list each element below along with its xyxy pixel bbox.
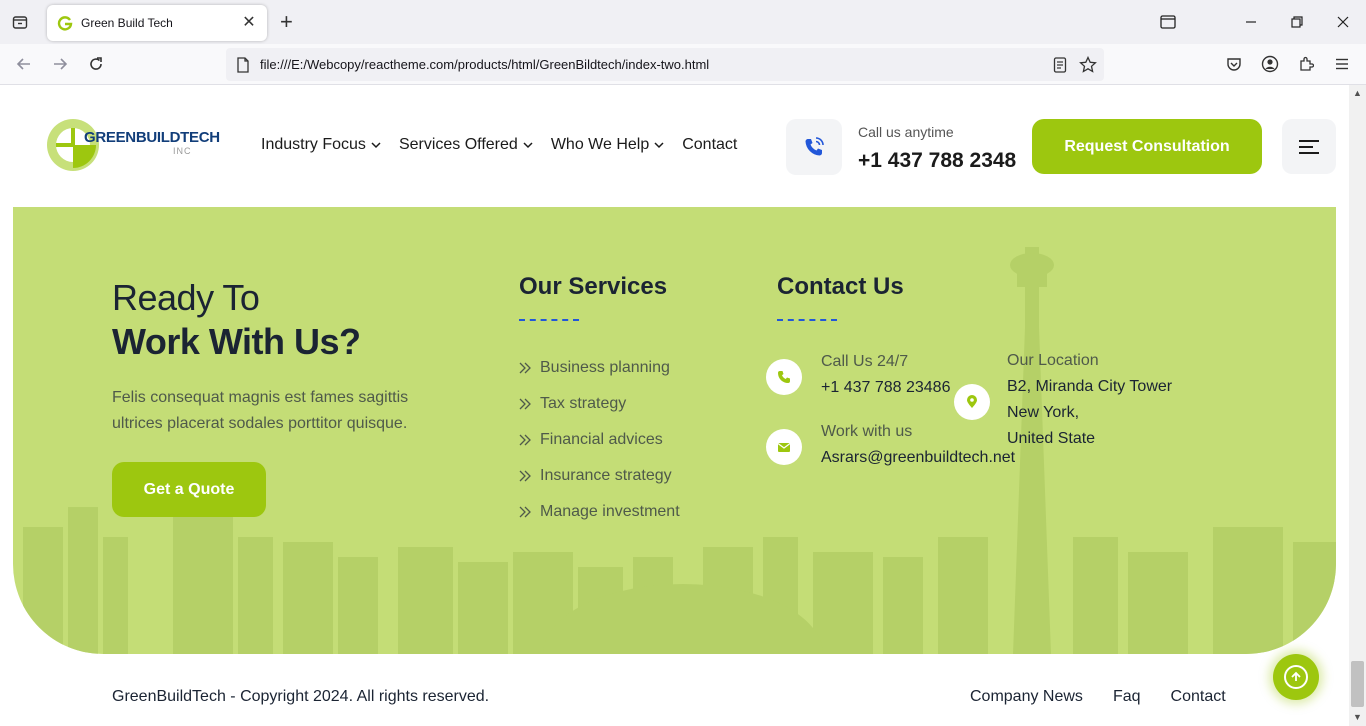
- scroll-to-top-button[interactable]: [1273, 654, 1319, 700]
- service-label: Financial advices: [540, 431, 663, 448]
- menu-contact[interactable]: Contact: [682, 136, 737, 154]
- double-chevron-right-icon: [519, 470, 531, 482]
- footer-link-contact[interactable]: Contact: [1171, 688, 1226, 706]
- hamburger-icon: [1299, 139, 1319, 154]
- menu-label: Who We Help: [550, 136, 650, 153]
- browser-nav-bar: file:///E:/Webcopy/reactheme.com/product…: [0, 44, 1366, 85]
- reader-view-icon[interactable]: [1050, 55, 1070, 75]
- service-item[interactable]: Tax strategy: [519, 386, 680, 422]
- service-item[interactable]: Insurance strategy: [519, 458, 680, 494]
- call-anytime-label: Call us anytime: [858, 124, 954, 140]
- phone-ring-icon: [805, 137, 824, 156]
- header-phone-number[interactable]: +1 437 788 2348: [858, 149, 1016, 173]
- menu-industry-focus[interactable]: Industry Focus: [261, 136, 381, 154]
- phone-icon: [766, 359, 802, 395]
- scroll-down-icon[interactable]: ▼: [1353, 713, 1362, 722]
- menu-label: Industry Focus: [261, 136, 366, 153]
- browser-tab[interactable]: Green Build Tech ✕: [47, 5, 267, 41]
- site-header: GREENBUILDTECH INC Industry Focus Servic…: [0, 85, 1349, 206]
- phone-call-button[interactable]: [786, 119, 842, 175]
- work-email[interactable]: Asrars@greenbuildtech.net: [821, 449, 1015, 467]
- services-title: Our Services: [519, 273, 668, 300]
- chevron-down-icon: [523, 142, 533, 149]
- footer-link-company-news[interactable]: Company News: [970, 688, 1083, 706]
- url-text[interactable]: file:///E:/Webcopy/reactheme.com/product…: [260, 57, 709, 72]
- contact-underline: [777, 319, 837, 321]
- forward-icon[interactable]: [49, 53, 71, 75]
- offcanvas-menu-button[interactable]: [1282, 119, 1336, 174]
- service-label: Tax strategy: [540, 395, 627, 412]
- url-bar[interactable]: file:///E:/Webcopy/reactheme.com/product…: [226, 48, 1104, 81]
- main-menu: Industry Focus Services Offered Who We H…: [261, 136, 755, 154]
- window-list-icon[interactable]: [1156, 11, 1180, 33]
- envelope-icon: [766, 429, 802, 465]
- service-label: Business planning: [540, 359, 670, 376]
- cta-description: Felis consequat magnis est fames sagitti…: [112, 389, 409, 432]
- contact-title: Contact Us: [777, 273, 904, 300]
- request-consultation-button[interactable]: Request Consultation: [1032, 119, 1262, 174]
- service-label: Insurance strategy: [540, 467, 672, 484]
- call-value[interactable]: +1 437 788 23486: [821, 379, 950, 397]
- page-icon: [237, 56, 249, 73]
- menu-services-offered[interactable]: Services Offered: [399, 136, 533, 154]
- reload-icon[interactable]: [85, 53, 107, 75]
- services-list: Business planning Tax strategy Financial…: [519, 350, 680, 530]
- pocket-icon[interactable]: [1223, 53, 1245, 75]
- service-item[interactable]: Financial advices: [519, 422, 680, 458]
- cta-heading-line2: Work With Us?: [112, 321, 361, 362]
- cta-heading-line1: Ready To: [112, 277, 260, 318]
- web-page: Ready To Work With Us? Felis consequat m…: [0, 85, 1349, 726]
- menu-label: Services Offered: [398, 136, 518, 153]
- new-tab-icon[interactable]: +: [280, 11, 293, 33]
- footer-link-faq[interactable]: Faq: [1113, 688, 1141, 706]
- back-icon[interactable]: [13, 53, 35, 75]
- cta-section: Ready To Work With Us? Felis consequat m…: [13, 207, 1336, 654]
- location-line3: United State: [1007, 430, 1096, 447]
- account-icon[interactable]: [1259, 53, 1281, 75]
- work-label: Work with us: [821, 423, 913, 440]
- tab-title: Green Build Tech: [81, 16, 173, 30]
- call-label: Call Us 24/7: [821, 353, 909, 370]
- double-chevron-right-icon: [519, 506, 531, 518]
- copyright-text: GreenBuildTech - Copyright 2024. All rig…: [112, 688, 490, 705]
- double-chevron-right-icon: [519, 398, 531, 410]
- services-underline: [519, 319, 579, 321]
- menu-label: Contact: [682, 136, 738, 153]
- service-item[interactable]: Manage investment: [519, 494, 680, 530]
- double-chevron-right-icon: [519, 362, 531, 374]
- chevron-down-icon: [654, 142, 664, 149]
- menu-icon[interactable]: [1331, 53, 1353, 75]
- extensions-icon[interactable]: [1295, 53, 1317, 75]
- logo-inc: INC: [173, 146, 192, 156]
- double-chevron-right-icon: [519, 434, 531, 446]
- scrollbar-thumb[interactable]: [1351, 661, 1364, 707]
- location-line1: B2, Miranda City Tower: [1007, 378, 1173, 395]
- scroll-up-icon[interactable]: ▲: [1353, 89, 1362, 98]
- chevron-down-icon: [371, 142, 381, 149]
- browser-tab-bar: Green Build Tech ✕ +: [0, 0, 1366, 44]
- restore-icon[interactable]: [1285, 11, 1309, 33]
- footer-links: Company News Faq Contact: [970, 688, 1256, 706]
- minimize-icon[interactable]: [1239, 11, 1263, 33]
- service-label: Manage investment: [540, 503, 680, 520]
- arrow-up-icon: [1284, 665, 1308, 689]
- location-label: Our Location: [1007, 352, 1099, 369]
- site-logo[interactable]: GREENBUILDTECH INC: [44, 115, 220, 177]
- logo-g-icon: [47, 119, 99, 171]
- bookmark-star-icon[interactable]: [1078, 55, 1098, 75]
- service-item[interactable]: Business planning: [519, 350, 680, 386]
- site-favicon-icon: [57, 16, 73, 31]
- menu-who-we-help[interactable]: Who We Help: [551, 136, 664, 154]
- logo-text: GREENBUILDTECH: [84, 129, 220, 146]
- location-line2: New York,: [1007, 404, 1080, 421]
- get-quote-button[interactable]: Get a Quote: [112, 462, 266, 517]
- tab-list-icon[interactable]: [8, 10, 32, 34]
- page-scrollbar[interactable]: ▲ ▼: [1349, 85, 1366, 726]
- close-window-icon[interactable]: [1331, 11, 1355, 33]
- location-pin-icon: [954, 384, 990, 420]
- tab-close-icon[interactable]: ✕: [241, 15, 257, 31]
